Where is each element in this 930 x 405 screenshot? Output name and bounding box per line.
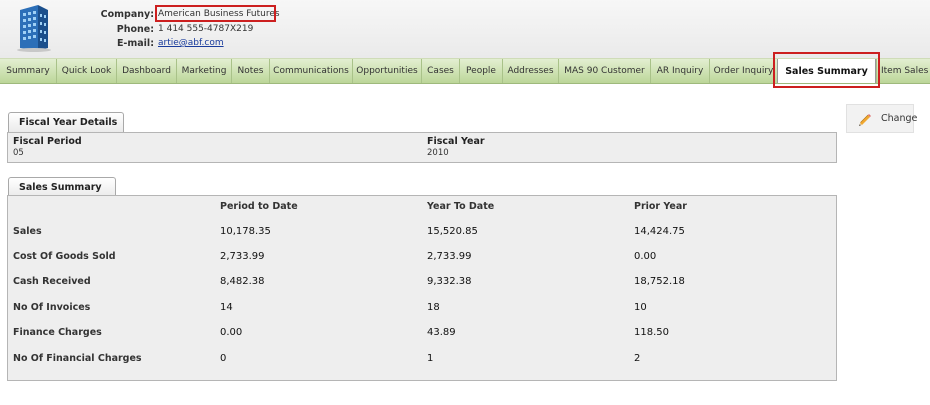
change-button[interactable]: Change (846, 104, 918, 133)
tab-item-sales-history[interactable]: Item Sales H (876, 59, 930, 83)
phone-value: 1 414 555-4787X219 (158, 24, 254, 34)
cell-year-to-date: 9,332.38 (427, 276, 472, 287)
active-tab-highlight-box (773, 52, 880, 88)
cell-prior-year: 18,752.18 (634, 276, 685, 287)
row-label: Finance Charges (13, 327, 102, 338)
cell-year-to-date: 15,520.85 (427, 226, 478, 237)
cell-prior-year: 10 (634, 302, 647, 313)
column-header-prior-year: Prior Year (634, 201, 687, 212)
fiscal-year-label: Fiscal Year (427, 136, 485, 147)
cell-year-to-date: 2,733.99 (427, 251, 472, 262)
tab-ar-inquiry[interactable]: AR Inquiry (650, 59, 709, 83)
cell-prior-year: 14,424.75 (634, 226, 685, 237)
cell-period-to-date: 14 (220, 302, 233, 313)
tab-summary[interactable]: Summary (0, 59, 56, 83)
cell-period-to-date: 0 (220, 353, 227, 364)
cell-period-to-date: 0.00 (220, 327, 243, 338)
company-header: Company: American Business Futures Phone… (0, 0, 930, 58)
row-label: No Of Financial Charges (13, 353, 142, 364)
fiscal-year-value: 2010 (427, 148, 449, 158)
tab-order-inquiry[interactable]: Order Inquiry (709, 59, 777, 83)
sales-summary-panel: Period to Date Year To Date Prior Year S… (7, 195, 837, 381)
tab-notes[interactable]: Notes (231, 59, 269, 83)
tab-dashboard[interactable]: Dashboard (116, 59, 176, 83)
cell-prior-year: 2 (634, 353, 641, 364)
tab-people[interactable]: People (459, 59, 502, 83)
cell-year-to-date: 18 (427, 302, 440, 313)
row-label: No Of Invoices (13, 302, 91, 313)
tab-addresses[interactable]: Addresses (502, 59, 558, 83)
row-label: Cash Received (13, 276, 91, 287)
tab-communications[interactable]: Communications (269, 59, 352, 83)
cell-period-to-date: 8,482.38 (220, 276, 265, 287)
change-button-label: Change (881, 113, 918, 124)
fiscal-year-details-panel: Fiscal Period 05 Fiscal Year 2010 (7, 132, 837, 163)
company-label: Company: (100, 9, 154, 20)
column-header-period-to-date: Period to Date (220, 201, 298, 212)
tab-cases[interactable]: Cases (421, 59, 459, 83)
fiscal-period-label: Fiscal Period (13, 136, 82, 147)
tab-mas-90-customer[interactable]: MAS 90 Customer (558, 59, 650, 83)
fiscal-year-details-tab: Fiscal Year Details (8, 112, 124, 133)
column-header-year-to-date: Year To Date (427, 201, 495, 212)
tab-opportunities[interactable]: Opportunities (352, 59, 421, 83)
row-label: Sales (13, 226, 42, 237)
pencil-icon (859, 114, 871, 126)
fiscal-period-value: 05 (13, 148, 24, 158)
phone-label: Phone: (116, 24, 154, 35)
email-link[interactable]: artie@abf.com (158, 38, 224, 48)
tab-quick-look[interactable]: Quick Look (56, 59, 116, 83)
cell-period-to-date: 10,178.35 (220, 226, 271, 237)
cell-period-to-date: 2,733.99 (220, 251, 265, 262)
tab-marketing[interactable]: Marketing (176, 59, 231, 83)
office-building-icon (17, 5, 51, 52)
email-link-wrap: artie@abf.com (158, 38, 224, 48)
cell-prior-year: 0.00 (634, 251, 657, 262)
email-label: E-mail: (116, 38, 154, 49)
cell-year-to-date: 1 (427, 353, 434, 364)
cell-year-to-date: 43.89 (427, 327, 456, 338)
row-label: Cost Of Goods Sold (13, 251, 116, 262)
company-highlight-box (155, 5, 276, 22)
cell-prior-year: 118.50 (634, 327, 669, 338)
